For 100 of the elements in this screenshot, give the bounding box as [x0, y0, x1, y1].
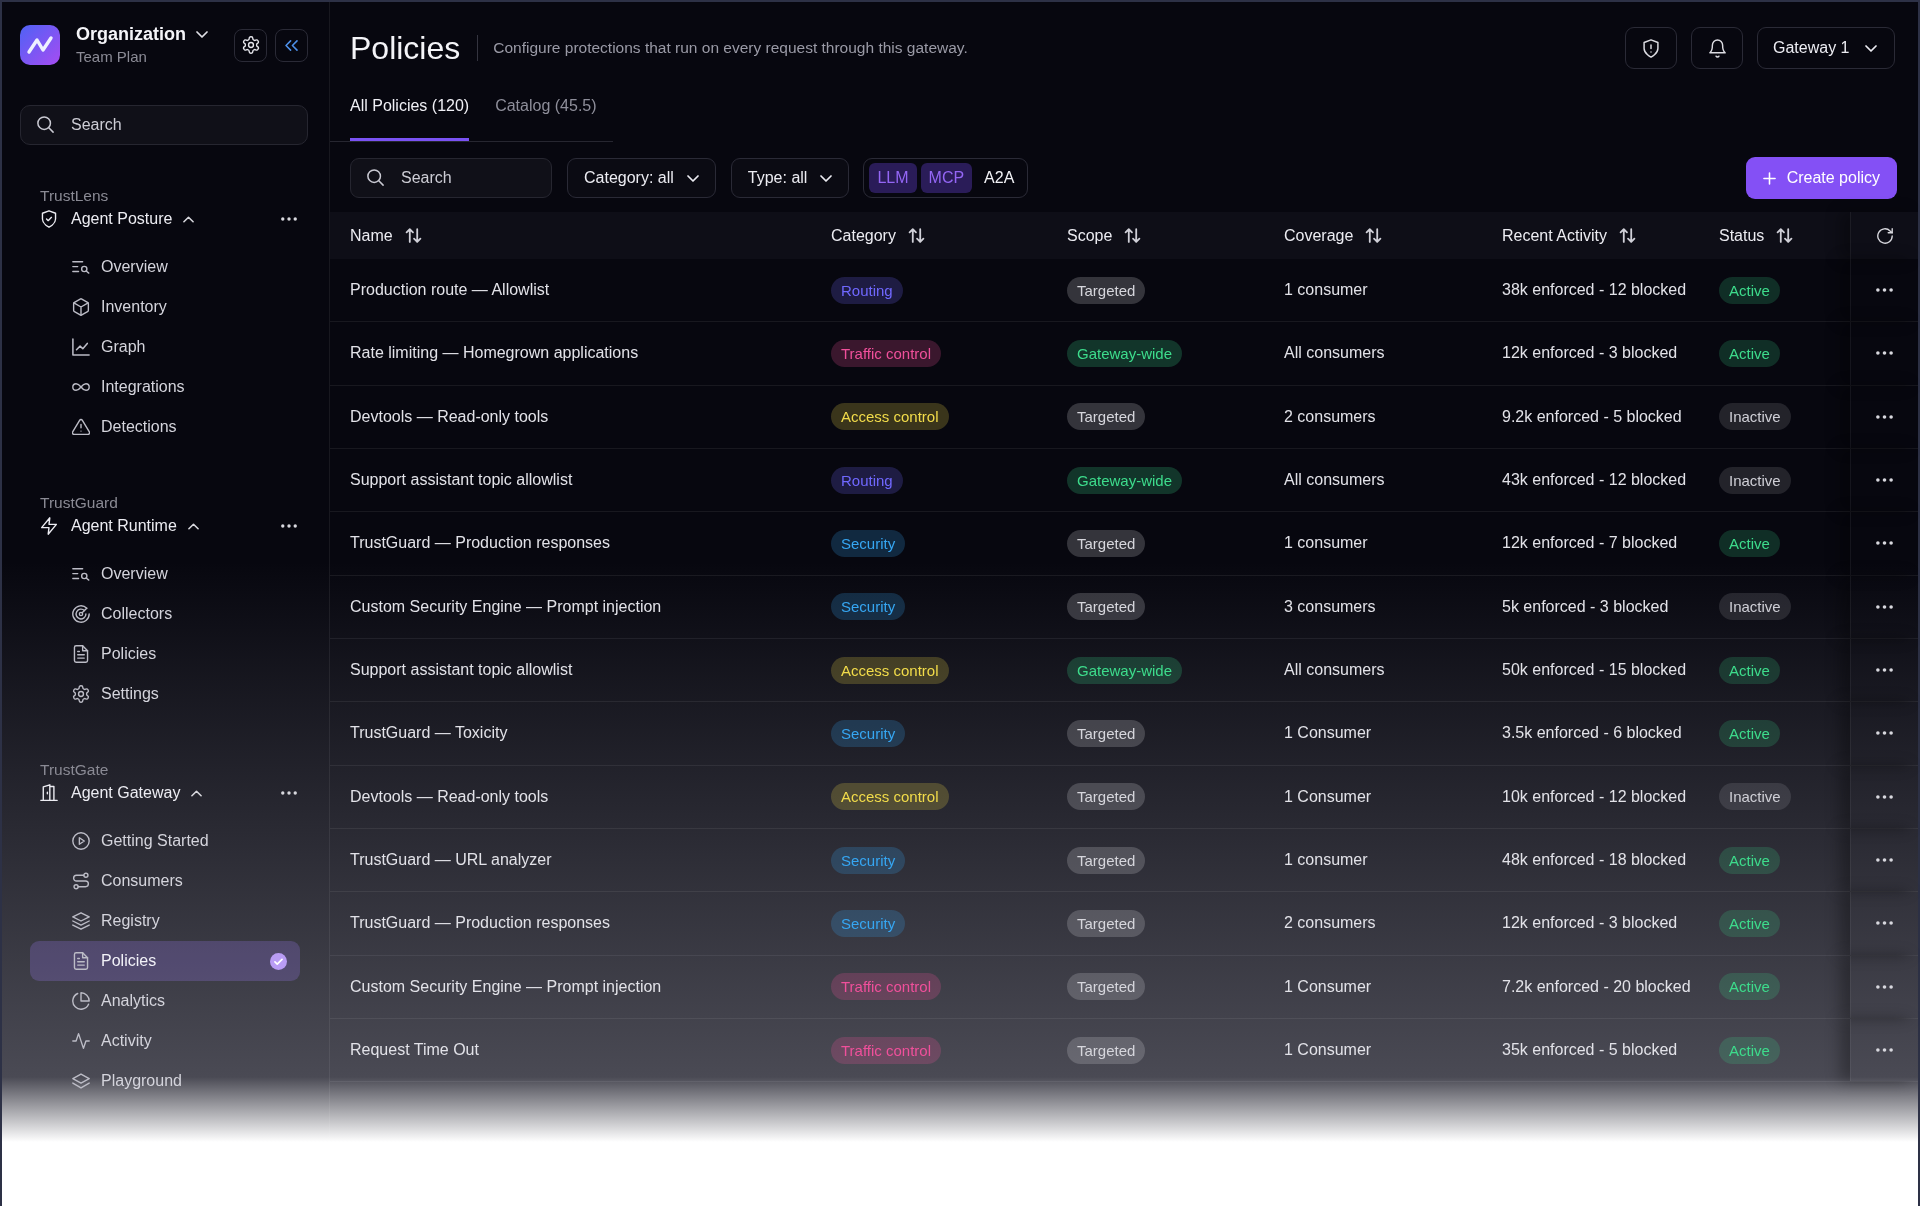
- section-toggle[interactable]: Agent Gateway: [40, 780, 203, 806]
- plan-label: Team Plan: [76, 48, 148, 66]
- category-tag: Traffic control: [831, 973, 942, 1001]
- nav-item[interactable]: Policies: [30, 634, 300, 674]
- more-icon[interactable]: [1876, 984, 1893, 989]
- column-header[interactable]: Recent Activity: [1502, 226, 1636, 245]
- nav-item[interactable]: Playground: [30, 1061, 300, 1101]
- type-toggle[interactable]: LLM: [869, 163, 917, 193]
- more-icon[interactable]: [281, 217, 297, 221]
- status-tag: Active: [1719, 909, 1780, 937]
- collapse-sidebar-button[interactable]: [275, 28, 308, 62]
- more-icon[interactable]: [1876, 288, 1893, 293]
- search-field[interactable]: Search: [350, 158, 552, 198]
- layers-icon: [72, 912, 90, 930]
- more-icon[interactable]: [1876, 1048, 1893, 1053]
- more-icon[interactable]: [1876, 731, 1893, 736]
- nav-item[interactable]: Graph: [30, 327, 300, 367]
- policy-name: Devtools — Read-only tools: [350, 787, 549, 806]
- more-icon[interactable]: [1876, 858, 1893, 863]
- more-icon[interactable]: [1876, 668, 1893, 673]
- activity-summary: 35k enforced - 5 blocked: [1502, 1041, 1678, 1060]
- document-icon: [72, 952, 90, 970]
- scope-tag: Targeted: [1067, 403, 1146, 431]
- nav-item[interactable]: Integrations: [30, 367, 300, 407]
- column-header[interactable]: Status: [1719, 226, 1794, 245]
- column-header[interactable]: Coverage: [1284, 226, 1383, 245]
- policy-name: Request Time Out: [350, 1041, 479, 1060]
- search-field[interactable]: Search: [20, 105, 308, 145]
- document-icon: [72, 645, 90, 663]
- more-icon[interactable]: [1876, 604, 1893, 609]
- nav-item[interactable]: Registry: [30, 901, 300, 941]
- sort-icon: [1365, 227, 1383, 244]
- coverage-text: 3 consumers: [1284, 597, 1376, 616]
- category-tag: Routing: [831, 276, 903, 304]
- notifications-button[interactable]: [1691, 27, 1743, 69]
- column-header[interactable]: Category: [831, 226, 925, 245]
- nav-item[interactable]: Inventory: [30, 287, 300, 327]
- radar-icon: [72, 605, 90, 623]
- chevrons-left-icon: [285, 39, 298, 51]
- nav-item[interactable]: Overview: [30, 247, 300, 287]
- more-icon[interactable]: [1876, 921, 1893, 926]
- category-tag: Traffic control: [831, 340, 942, 367]
- nav-item[interactable]: Overview: [30, 554, 300, 594]
- nav-item[interactable]: Collectors: [30, 594, 300, 634]
- route-icon: [72, 872, 90, 890]
- status-tag: Active: [1719, 846, 1780, 874]
- policy-name: TrustGuard — URL analyzer: [350, 851, 552, 870]
- nav-item[interactable]: Consumers: [30, 861, 300, 901]
- type-toggle[interactable]: A2A: [976, 163, 1023, 193]
- scope-tag: Targeted: [1067, 1036, 1146, 1064]
- refresh-icon[interactable]: [1876, 227, 1893, 244]
- policy-name: Rate limiting — Homegrown applications: [350, 344, 639, 363]
- nav-item[interactable]: Detections: [30, 407, 300, 447]
- more-icon[interactable]: [281, 524, 297, 528]
- caret-down-icon: [196, 31, 208, 38]
- activity-summary: 12k enforced - 3 blocked: [1502, 344, 1678, 363]
- organization-switcher[interactable]: Organization: [76, 24, 234, 45]
- more-icon[interactable]: [1876, 414, 1893, 419]
- nav-item[interactable]: Analytics: [30, 981, 300, 1021]
- more-icon[interactable]: [1876, 541, 1893, 546]
- column-header[interactable]: Scope: [1067, 226, 1142, 245]
- coverage-text: 1 Consumer: [1284, 977, 1372, 996]
- more-icon[interactable]: [1876, 478, 1893, 483]
- status-tag: Active: [1719, 1036, 1780, 1064]
- nav-item[interactable]: Activity: [30, 1021, 300, 1061]
- shield-button[interactable]: [1625, 27, 1677, 69]
- tab[interactable]: All Policies (120): [350, 87, 470, 141]
- filter-dropdown[interactable]: Type: all: [730, 158, 850, 198]
- section-toggle[interactable]: Agent Runtime: [40, 513, 199, 539]
- category-tag: Traffic control: [831, 1036, 942, 1064]
- activity-summary: 48k enforced - 18 blocked: [1502, 851, 1687, 870]
- activity-summary: 10k enforced - 12 blocked: [1502, 787, 1687, 806]
- more-icon[interactable]: [1876, 794, 1893, 799]
- nav-item[interactable]: Policies: [30, 941, 300, 981]
- nav-item[interactable]: Getting Started: [30, 821, 300, 861]
- sort-icon: [404, 227, 422, 244]
- status-tag: Active: [1719, 276, 1780, 304]
- create-policy-button[interactable]: Create policy: [1745, 157, 1897, 199]
- line-chart-icon: [72, 338, 90, 356]
- shield-check-icon: [40, 210, 58, 228]
- section-toggle[interactable]: Agent Posture: [40, 206, 195, 232]
- category-tag: Access control: [831, 656, 949, 684]
- more-icon[interactable]: [1876, 351, 1893, 356]
- product-label: TrustGuard: [40, 493, 119, 513]
- play-icon: [72, 832, 90, 850]
- gateway-dropdown[interactable]: Gateway 1: [1757, 27, 1895, 69]
- type-toggle[interactable]: MCP: [920, 163, 973, 193]
- policy-name: Production route — Allowlist: [350, 281, 550, 300]
- column-header[interactable]: Name: [350, 226, 422, 245]
- activity-summary: 38k enforced - 12 blocked: [1502, 281, 1687, 300]
- activity-summary: 50k enforced - 15 blocked: [1502, 661, 1687, 680]
- status-tag: Active: [1719, 529, 1780, 557]
- policy-name: TrustGuard — Toxicity: [350, 724, 508, 743]
- nav-item[interactable]: Settings: [30, 674, 300, 714]
- settings-icon: [241, 36, 260, 54]
- tab[interactable]: Catalog (45.5): [495, 87, 597, 141]
- filter-dropdown[interactable]: Category: all: [567, 158, 716, 198]
- more-icon[interactable]: [281, 791, 297, 795]
- search-icon: [37, 116, 54, 133]
- settings-button[interactable]: [234, 28, 267, 62]
